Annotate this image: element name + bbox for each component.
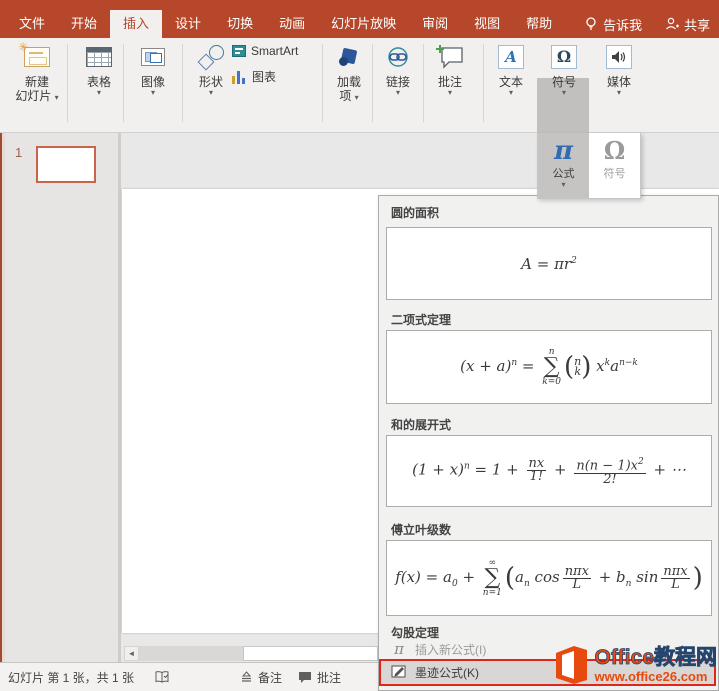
tab-insert[interactable]: 插入	[110, 10, 162, 38]
equation-label: 公式	[538, 165, 589, 181]
new-slide-label2: 幻灯片 ▾	[10, 89, 64, 103]
ink-pen-icon	[389, 664, 409, 681]
tab-file[interactable]: 文件	[6, 10, 58, 38]
section-title-pythagorean: 勾股定理	[391, 624, 439, 641]
pi-equation-icon: π	[538, 137, 589, 165]
image-button[interactable]: 图像 ▾	[126, 42, 180, 97]
addins-label2: 项 ▾	[326, 89, 372, 103]
share-button[interactable]: 共享	[684, 15, 710, 34]
equation-expansion-of-sum[interactable]: (1 + x)n = 1 + nx1! + n(n − 1)x22! + ⋯	[386, 435, 712, 507]
tab-animations[interactable]: 动画	[266, 10, 318, 38]
section-title-circle-area: 圆的面积	[391, 204, 439, 221]
table-icon	[86, 47, 112, 67]
powerpoint-window: 文件 开始 插入 设计 切换 动画 幻灯片放映 审阅 视图 帮助 告诉我 共享 …	[0, 0, 719, 691]
table-label: 表格	[72, 75, 126, 89]
notes-label: 备注	[258, 669, 282, 686]
omega-symbol-icon: Ω	[589, 137, 640, 165]
title-bar: 文件 开始 插入 设计 切换 动画 幻灯片放映 审阅 视图 帮助 告诉我 共享	[0, 0, 719, 38]
image-icon	[141, 48, 165, 66]
slide-counter: 幻灯片 第 1 张，共 1 张	[8, 663, 134, 691]
links-button[interactable]: 链接 ▾	[374, 42, 422, 97]
tab-design[interactable]: 设计	[162, 10, 214, 38]
notes-icon	[240, 671, 253, 683]
equation-binomial[interactable]: (x + a)n = n∑k=0(nk) xkan−k	[386, 330, 712, 404]
watermark-title: Office教程网	[594, 647, 717, 669]
text-button[interactable]: A 文本 ▾	[484, 42, 538, 97]
comment-plus-icon	[436, 44, 464, 70]
section-title-fourier: 傅立叶级数	[391, 521, 451, 538]
ink-equation-label: 墨迹公式(K)	[415, 664, 479, 681]
comments-label: 批注	[317, 669, 341, 686]
new-slide-button[interactable]: ✳ 新建 幻灯片 ▾	[10, 42, 64, 103]
media-button[interactable]: 媒体 ▾	[592, 42, 646, 97]
comment-bubble-icon	[298, 671, 312, 684]
smartart-button[interactable]: SmartArt	[232, 44, 298, 58]
ribbon-tabs: 文件 开始 插入 设计 切换 动画 幻灯片放映 审阅 视图 帮助	[0, 10, 565, 38]
comment-label: 批注	[423, 75, 477, 89]
tab-help[interactable]: 帮助	[513, 10, 565, 38]
tab-home[interactable]: 开始	[58, 10, 110, 38]
scrollbar-thumb[interactable]	[243, 646, 378, 661]
book-icon	[155, 670, 170, 684]
insert-new-equation-label: 插入新公式(I)	[415, 641, 486, 658]
smartart-icon	[232, 45, 246, 57]
symbols-label: 符号	[537, 75, 591, 89]
new-slide-label: 新建	[10, 75, 64, 89]
equation-circle-area[interactable]: A = πr2	[386, 227, 712, 300]
addins-button[interactable]: 加载 项 ▾	[326, 42, 372, 103]
table-button[interactable]: 表格 ▾	[72, 42, 126, 97]
shapes-button[interactable]: 形状 ▾	[184, 42, 238, 97]
equation-fourier-series[interactable]: f(x) = a0 + ∞∑n=1(an cosnπxL + bn sinnπx…	[386, 540, 712, 616]
symbols-dropdown: π 公式 ▾ Ω 符号	[537, 133, 641, 199]
watermark: Office教程网 www.office26.com	[550, 645, 717, 685]
tab-review[interactable]: 审阅	[409, 10, 461, 38]
media-label: 媒体	[592, 75, 646, 89]
tell-me[interactable]: 告诉我	[603, 15, 642, 34]
chart-icon	[232, 70, 247, 84]
equation-gallery-menu: 圆的面积 A = πr2 二项式定理 (x + a)n = n∑k=0(nk) …	[378, 195, 719, 691]
links-label: 链接	[374, 75, 422, 89]
speaker-icon	[606, 45, 632, 69]
omega-icon: Ω	[551, 45, 577, 69]
symbol-dropdown-button[interactable]: Ω 符号	[589, 133, 640, 198]
pi-icon: π	[389, 640, 409, 658]
text-icon: A	[498, 45, 524, 69]
shapes-label: 形状	[184, 75, 238, 89]
chart-button[interactable]: 图表	[232, 68, 276, 85]
section-title-binomial: 二项式定理	[391, 311, 451, 328]
office-logo-icon	[550, 645, 590, 685]
spellcheck-button[interactable]	[155, 663, 170, 691]
slide-thumbnail[interactable]	[36, 146, 96, 183]
symbols-button[interactable]: Ω 符号 ▾	[537, 42, 591, 97]
scroll-left-arrow[interactable]: ◄	[124, 646, 139, 661]
watermark-url: www.office26.com	[594, 669, 717, 684]
lightbulb-icon	[583, 16, 599, 32]
tab-transitions[interactable]: 切换	[214, 10, 266, 38]
slide-thumbnail-panel: 1	[5, 133, 118, 662]
comments-button[interactable]: 批注	[298, 663, 341, 691]
horizontal-scrollbar: ◄	[124, 646, 378, 661]
ribbon: ✳ 新建 幻灯片 ▾ 表格 ▾ 图像 ▾ 形状 ▾ SmartArt 图表	[0, 38, 719, 133]
text-label: 文本	[484, 75, 538, 89]
addins-label: 加载	[326, 75, 372, 89]
notes-button[interactable]: 备注	[240, 663, 282, 691]
tab-view[interactable]: 视图	[461, 10, 513, 38]
symbol-label: 符号	[589, 165, 640, 181]
chart-label: 图表	[252, 68, 276, 85]
comment-button[interactable]: 批注 ▾	[423, 42, 477, 97]
share-person-icon	[664, 16, 680, 32]
equation-dropdown-button[interactable]: π 公式 ▾	[538, 133, 589, 198]
smartart-label: SmartArt	[251, 44, 298, 58]
new-slide-icon: ✳	[24, 47, 50, 67]
tab-slideshow[interactable]: 幻灯片放映	[318, 10, 409, 38]
image-label: 图像	[126, 75, 180, 89]
addins-icon	[338, 47, 360, 67]
shapes-icon	[198, 45, 224, 69]
link-icon	[386, 46, 410, 68]
slide-number: 1	[15, 145, 22, 160]
section-title-expansion: 和的展开式	[391, 416, 451, 433]
